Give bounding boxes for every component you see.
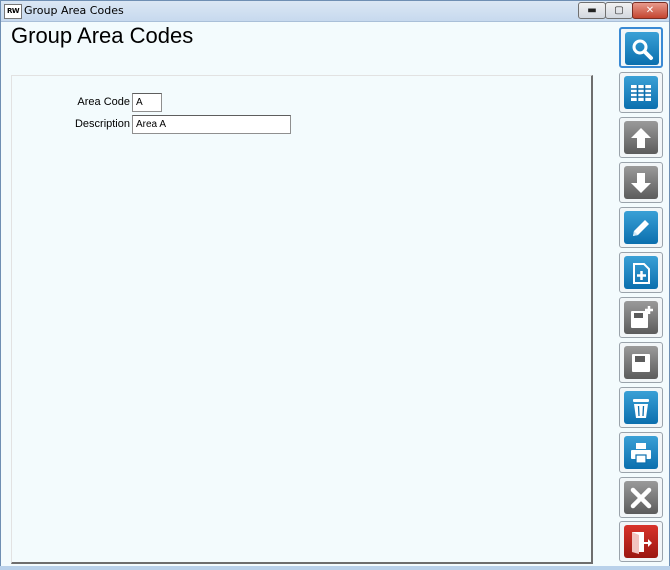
x-icon — [630, 487, 652, 509]
title-bar[interactable]: RW Group Area Codes ▬ ▢ ✕ — [1, 1, 669, 22]
page-title: Group Area Codes — [11, 23, 194, 48]
arrow-down-icon — [631, 173, 651, 193]
exit-door-icon — [632, 532, 652, 554]
app-window: RW Group Area Codes ▬ ▢ ✕ Group Area Cod… — [0, 0, 670, 568]
area-code-input[interactable] — [132, 93, 162, 112]
edit-button[interactable] — [619, 207, 663, 248]
search-icon — [632, 39, 653, 60]
previous-record-button[interactable] — [619, 117, 663, 158]
printer-icon — [631, 443, 651, 464]
pencil-icon — [633, 220, 649, 236]
save-new-button[interactable] — [619, 297, 663, 338]
grid-view-button[interactable] — [619, 72, 663, 113]
save-button[interactable] — [619, 342, 663, 383]
delete-button[interactable] — [619, 387, 663, 428]
minimize-button[interactable]: ▬ — [578, 2, 606, 19]
next-record-button[interactable] — [619, 162, 663, 203]
new-record-button[interactable] — [619, 252, 663, 293]
new-document-icon — [633, 263, 650, 284]
floppy-disk-icon — [632, 354, 650, 372]
record-form-panel: Area Code Description — [11, 75, 593, 564]
area-code-label: Area Code — [77, 96, 130, 108]
save-plus-icon — [631, 306, 653, 328]
cancel-button[interactable] — [619, 477, 663, 518]
search-button[interactable] — [619, 27, 663, 68]
close-window-button[interactable]: ✕ — [632, 2, 668, 19]
description-label: Description — [74, 118, 130, 130]
exit-button[interactable] — [619, 521, 663, 562]
grid-icon — [631, 85, 651, 101]
trash-icon — [633, 399, 649, 418]
window-title: Group Area Codes — [24, 4, 124, 17]
description-input[interactable] — [132, 115, 291, 134]
app-logo-icon: RW — [4, 4, 22, 19]
maximize-button[interactable]: ▢ — [605, 2, 633, 19]
print-button[interactable] — [619, 432, 663, 473]
window-bottom-edge — [0, 566, 670, 570]
record-toolbar — [619, 27, 667, 563]
arrow-up-icon — [631, 128, 651, 148]
